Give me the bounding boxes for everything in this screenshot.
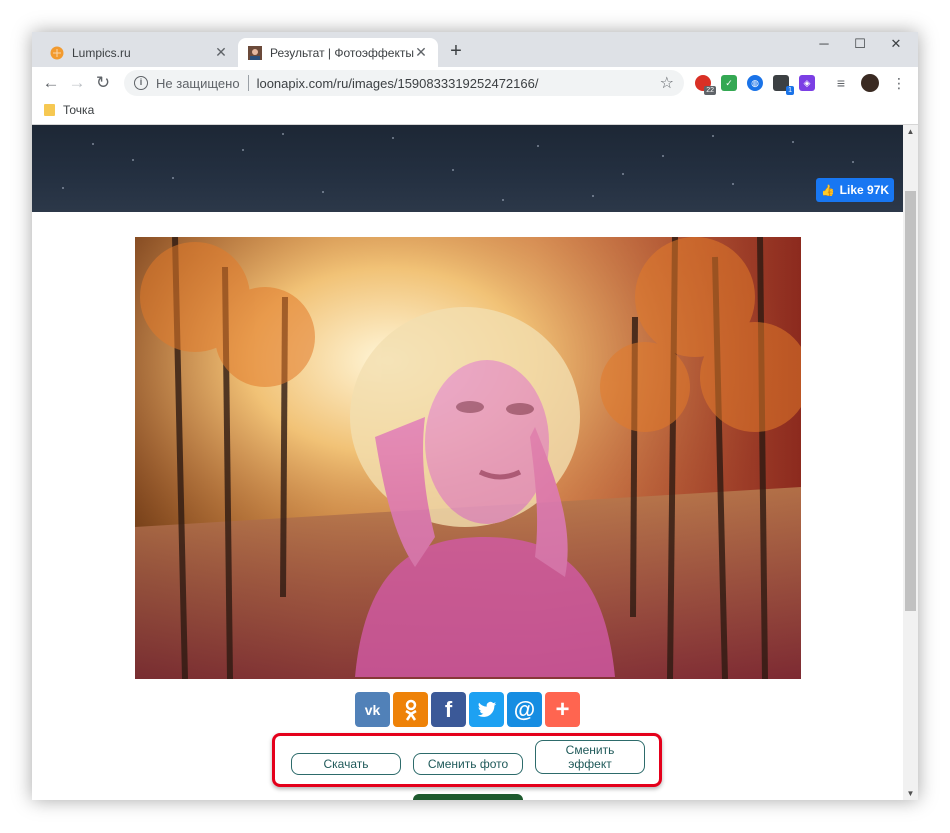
scroll-up-arrow-icon[interactable]: ▲ [903,127,918,136]
security-label: Не защищено [156,75,240,91]
lumpics-favicon-icon [50,46,64,59]
tab-close-icon[interactable]: ✕ [214,44,228,61]
bookmark-label: Точка [63,103,95,117]
tab-lumpics[interactable]: Lumpics.ru ✕ [40,38,238,67]
download-button[interactable]: Скачать [291,753,401,775]
ext-badge: 22 [704,86,716,95]
ext-globe-icon[interactable]: ◍ [747,75,763,91]
ext-cube-icon[interactable]: 1 [773,75,794,95]
thumbs-up-icon: 👍 [820,184,835,197]
like-count-label: Like 97K [839,183,890,197]
bookmark-folder-tochka[interactable]: Точка [44,103,94,117]
minimize-icon[interactable]: ─ [806,36,842,51]
share-twitter-button[interactable] [469,692,504,727]
browser-toolbar: ← → ↻ i Не защищено loonapix.com/ru/imag… [32,67,918,99]
info-icon[interactable]: i [134,76,148,90]
share-more-button[interactable]: + [545,692,580,727]
ext-green-check-icon[interactable]: ✓ [721,75,737,91]
profile-avatar[interactable] [861,74,879,92]
share-mailru-button[interactable]: @ [507,692,542,727]
tab-close-icon[interactable]: ✕ [414,44,428,61]
address-separator [247,75,249,91]
bookmarks-bar: Точка [32,99,918,125]
forward-arrow-icon[interactable]: → [66,72,88,94]
partially-visible-green-button[interactable] [413,794,523,800]
new-tab-icon[interactable]: + [446,40,466,63]
change-effect-label-line1: Сменить [565,743,615,757]
result-image [135,237,801,679]
address-bar[interactable]: i Не защищено loonapix.com/ru/images/159… [124,70,684,96]
starry-header-banner: 👍 Like 97K [32,125,903,212]
ext-badge: 1 [786,86,794,95]
tab-result[interactable]: Результат | Фотоэффекты онлайн ✕ [238,38,438,67]
change-effect-label-line2: эффект [568,757,612,771]
reload-icon[interactable]: ↻ [92,72,114,94]
url-text[interactable]: loonapix.com/ru/images/15908333192524721… [257,76,660,91]
change-effect-button[interactable]: Сменить эффект [535,740,645,774]
folder-icon [44,104,55,116]
share-facebook-button[interactable]: f [431,692,466,727]
maximize-icon[interactable]: ☐ [842,36,878,52]
twitter-bird-icon [477,701,496,717]
result-photo [135,237,801,679]
tab-title: Результат | Фотоэффекты онлайн [270,45,414,60]
browser-window: Lumpics.ru ✕ Результат | Фотоэффекты онл… [32,32,918,800]
scroll-down-arrow-icon[interactable]: ▼ [903,789,918,798]
ext-purple-icon[interactable]: ◈ [799,75,815,91]
page-scrollbar[interactable]: ▲ ▼ [903,125,918,800]
media-playlist-icon[interactable]: ≡ [833,75,849,91]
scrollbar-thumb[interactable] [905,191,916,611]
tab-title: Lumpics.ru [72,45,131,60]
page-content: 👍 Like 97K vk f @ + Скачать Сменить фото… [32,125,903,800]
close-window-icon[interactable]: ✕ [878,36,914,52]
bookmark-star-icon[interactable]: ☆ [660,73,674,93]
ext-red-icon[interactable]: 22 [695,75,716,95]
change-photo-button[interactable]: Сменить фото [413,753,523,775]
facebook-like-button[interactable]: 👍 Like 97K [816,178,894,202]
odnoklassniki-icon [404,699,417,721]
share-odnoklassniki-button[interactable] [393,692,428,727]
menu-kebab-icon[interactable]: ⋮ [891,75,907,91]
tab-strip: Lumpics.ru ✕ Результат | Фотоэффекты онл… [32,32,918,67]
share-vk-button[interactable]: vk [355,692,390,727]
loonapix-favicon-icon [248,45,262,60]
back-arrow-icon[interactable]: ← [40,72,62,94]
